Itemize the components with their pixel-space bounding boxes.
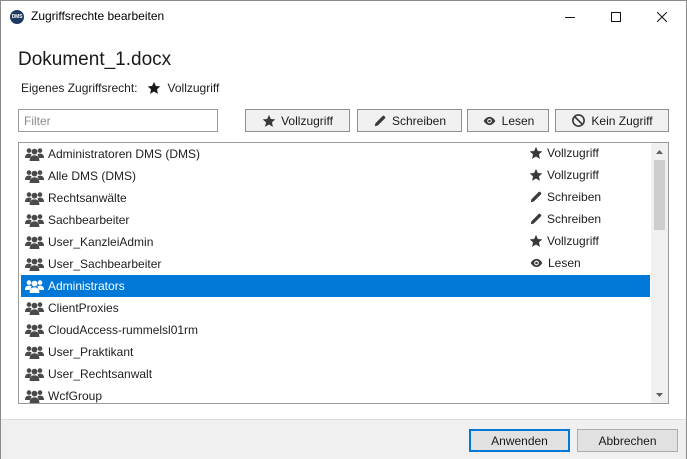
cancel-button[interactable]: Abbrechen (577, 429, 678, 452)
group-permission-label: Vollzugriff (547, 168, 599, 182)
group-permission: Vollzugriff (529, 168, 599, 182)
group-name: Alle DMS (DMS) (48, 169, 137, 183)
own-rights-label: Eigenes Zugriffsrecht: (21, 81, 138, 95)
group-icon (25, 301, 44, 315)
pencil-icon (374, 115, 386, 126)
chevron-down-icon (656, 392, 663, 397)
maximize-icon (611, 11, 621, 22)
minimize-icon (565, 16, 575, 18)
document-title: Dokument_1.docx (18, 49, 172, 70)
group-permission: Schreiben (529, 190, 601, 204)
group-name: WcfGroup (48, 389, 103, 403)
no-access-button[interactable]: Kein Zugriff (555, 109, 669, 132)
group-row[interactable]: WcfGroup (21, 385, 650, 403)
app-logo-text: DMS (11, 14, 23, 20)
group-name: User_Rechtsanwalt (48, 367, 153, 381)
pencil-icon (529, 212, 547, 226)
title-bar[interactable]: DMS Zugriffsrechte bearbeiten (1, 1, 686, 32)
close-button[interactable] (639, 1, 685, 32)
group-permission: Lesen (529, 256, 581, 270)
dialog-footer: Anwenden Abbrechen (1, 419, 686, 459)
write-button[interactable]: Schreiben (357, 109, 462, 132)
write-label: Schreiben (391, 113, 447, 128)
group-permission-label: Schreiben (547, 190, 602, 204)
group-icon (25, 147, 44, 161)
filter-input[interactable] (18, 109, 218, 132)
group-name: User_Sachbearbeiter (48, 257, 162, 271)
group-icon (25, 169, 44, 183)
group-name: CloudAccess-rummelsl01rm (48, 323, 199, 337)
group-icon (25, 213, 44, 227)
group-permission: Schreiben (529, 212, 601, 226)
no-access-icon (572, 114, 586, 127)
minimize-button[interactable] (547, 1, 593, 32)
group-name: Rechtsanwälte (48, 191, 127, 205)
no-access-label: Kein Zugriff (591, 113, 653, 128)
eye-icon (529, 256, 548, 270)
dialog-window: DMS Zugriffsrechte bearbeiten Dokument_1… (0, 0, 687, 459)
vertical-scrollbar[interactable] (651, 143, 668, 403)
group-name: User_KanzleiAdmin (48, 235, 154, 249)
group-permission: Vollzugriff (529, 234, 599, 248)
close-icon (657, 11, 667, 22)
group-row[interactable]: ClientProxies (21, 297, 650, 319)
maximize-button[interactable] (593, 1, 639, 32)
star-icon (529, 168, 547, 182)
star-icon (147, 81, 161, 95)
read-label: Lesen (501, 113, 535, 128)
group-icon (25, 389, 44, 403)
chevron-up-icon (656, 149, 663, 154)
group-row[interactable]: Sachbearbeiter Schreiben (21, 209, 650, 231)
group-row[interactable]: CloudAccess-rummelsl01rm (21, 319, 650, 341)
group-name: Administrators (48, 279, 125, 293)
group-row[interactable]: User_Rechtsanwalt (21, 363, 650, 385)
own-rights-row: Eigenes Zugriffsrecht: Vollzugriff (21, 81, 219, 95)
group-icon (25, 235, 44, 249)
apply-button[interactable]: Anwenden (469, 429, 570, 452)
group-row[interactable]: User_Sachbearbeiter Lesen (21, 253, 650, 275)
group-icon (25, 279, 44, 293)
full-access-button[interactable]: Vollzugriff (245, 109, 350, 132)
group-permission: Vollzugriff (529, 146, 599, 160)
group-row[interactable]: User_KanzleiAdmin Vollzugriff (21, 231, 650, 253)
group-row[interactable]: User_Praktikant (21, 341, 650, 363)
group-icon (25, 323, 44, 337)
groups-list[interactable]: Administratoren DMS (DMS) Vollzugriff Al… (18, 142, 669, 404)
group-row[interactable]: Administratoren DMS (DMS) Vollzugriff (21, 143, 650, 165)
group-permission-label: Schreiben (547, 212, 602, 226)
group-row[interactable]: Alle DMS (DMS) Vollzugriff (21, 165, 650, 187)
window-title: Zugriffsrechte bearbeiten (31, 9, 165, 23)
group-name: Sachbearbeiter (48, 213, 130, 227)
group-name: ClientProxies (48, 301, 119, 315)
group-permission-label: Lesen (548, 256, 581, 270)
full-access-label: Vollzugriff (281, 113, 333, 128)
own-rights-value: Vollzugriff (167, 81, 220, 95)
group-icon (25, 191, 44, 205)
scroll-up-button[interactable] (651, 143, 668, 160)
group-row[interactable]: Rechtsanwälte Schreiben (21, 187, 650, 209)
group-icon (25, 345, 44, 359)
pencil-icon (529, 190, 547, 204)
star-icon (529, 234, 547, 248)
star-icon (262, 114, 276, 127)
group-icon (25, 257, 44, 271)
scroll-down-button[interactable] (651, 386, 668, 403)
group-icon (25, 367, 44, 381)
scroll-thumb[interactable] (654, 160, 665, 230)
group-row[interactable]: Administrators (21, 275, 650, 297)
read-button[interactable]: Lesen (467, 109, 549, 132)
eye-icon (483, 116, 495, 125)
group-name: Administratoren DMS (DMS) (48, 147, 201, 161)
app-logo-icon: DMS (10, 10, 24, 24)
star-icon (529, 146, 547, 160)
group-permission-label: Vollzugriff (547, 234, 599, 248)
group-permission-label: Vollzugriff (547, 146, 599, 160)
group-name: User_Praktikant (48, 345, 134, 359)
